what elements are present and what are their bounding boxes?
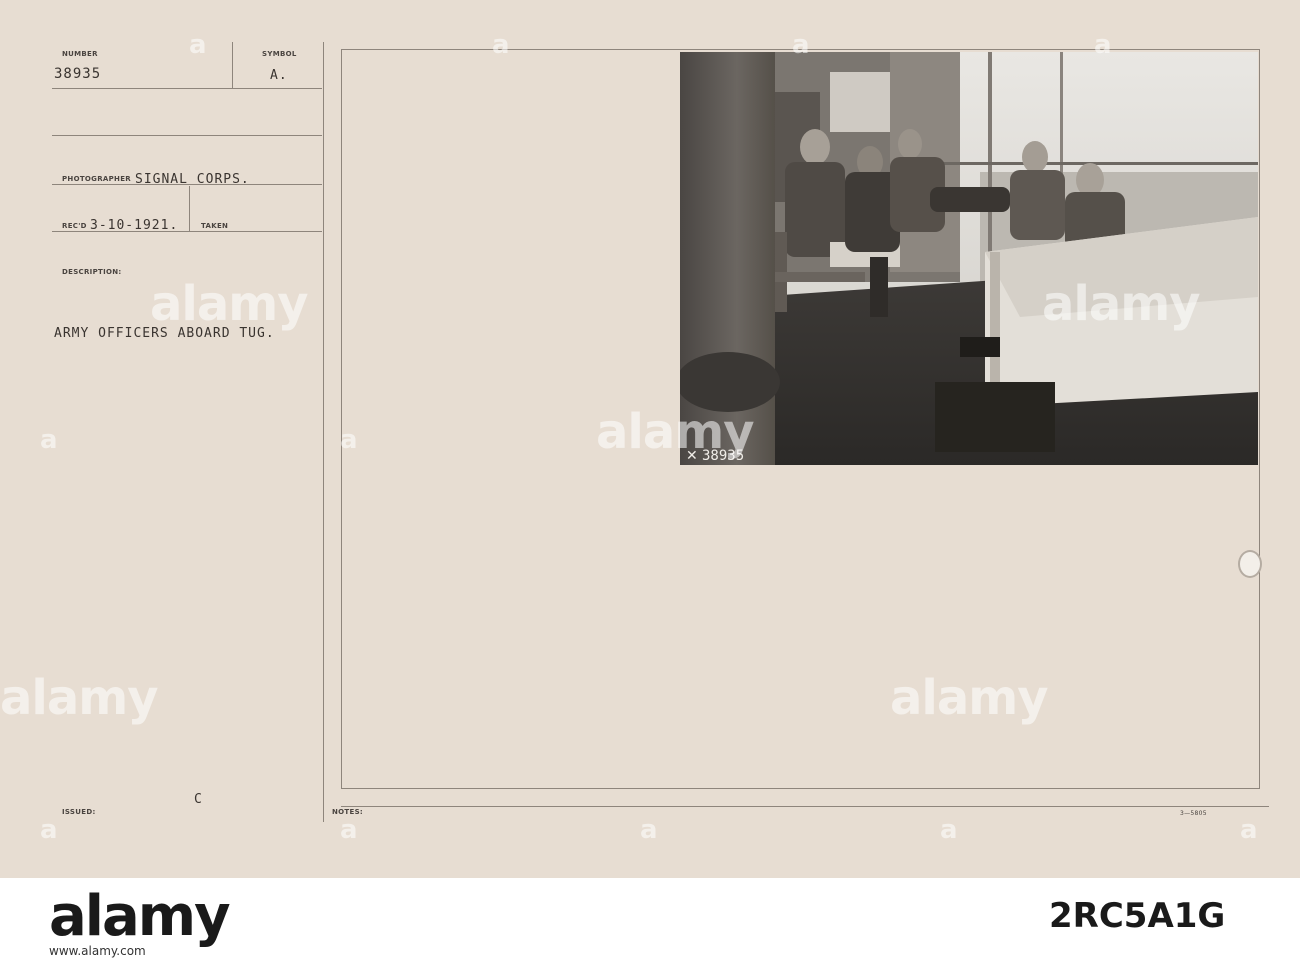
watermark-mark: a — [1094, 30, 1112, 60]
issued-label: ISSUED: — [62, 808, 96, 816]
watermark-mark: a — [340, 815, 358, 845]
notes-rule — [341, 806, 1269, 807]
watermark-mark: a — [492, 30, 510, 60]
recd-label: REC'D — [62, 222, 87, 230]
archival-photograph: ✕ 38935 — [680, 52, 1258, 465]
watermark-mark: a — [792, 30, 810, 60]
watermark-mark: a — [1240, 815, 1258, 845]
watermark: alamy — [150, 276, 309, 332]
footer-url[interactable]: www.alamy.com — [49, 944, 146, 958]
tug-deck-scene: ✕ 38935 — [680, 52, 1258, 465]
watermark-mark: a — [40, 425, 58, 455]
description-label: DESCRIPTION: — [62, 268, 122, 276]
number-label: NUMBER — [62, 50, 98, 58]
form-code: 3—5805 — [1180, 810, 1207, 817]
watermark: alamy — [0, 670, 159, 726]
recd-taken-divider — [189, 186, 190, 232]
number-symbol-divider — [232, 42, 233, 88]
watermark-mark: a — [189, 30, 207, 60]
blank-rule — [52, 135, 322, 136]
watermark: alamy — [1042, 276, 1201, 332]
watermark-mark: a — [340, 425, 358, 455]
symbol-value: A. — [270, 68, 288, 83]
column-divider — [323, 42, 324, 822]
footer-image-id: 2RC5A1G — [1049, 896, 1226, 936]
watermark: alamy — [890, 670, 1049, 726]
watermark-mark: a — [40, 815, 58, 845]
issued-value: C — [194, 792, 203, 807]
watermark: alamy — [596, 404, 755, 460]
taken-label: TAKEN — [201, 222, 229, 230]
symbol-label: SYMBOL — [262, 50, 297, 58]
number-underline — [52, 88, 322, 89]
photographer-underline — [52, 184, 322, 185]
footer-logo[interactable]: alamy — [49, 884, 231, 949]
archive-index-card: NUMBER 38935 SYMBOL A. PHOTOGRAPHER SIGN… — [0, 0, 1300, 878]
watermark-mark: a — [640, 815, 658, 845]
punch-hole — [1238, 550, 1262, 578]
recd-underline — [52, 231, 322, 232]
photographer-label: PHOTOGRAPHER — [62, 175, 131, 183]
number-value: 38935 — [54, 66, 102, 82]
watermark-mark: a — [940, 815, 958, 845]
